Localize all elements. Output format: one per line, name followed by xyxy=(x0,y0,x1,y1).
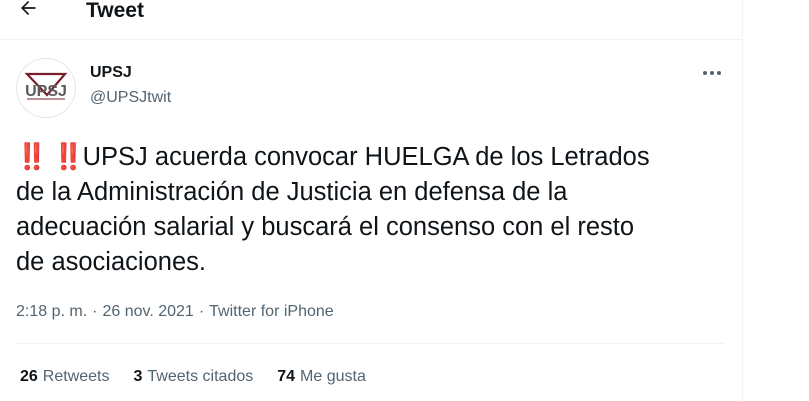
tweet-column: Tweet UPSJ UPSJ @UPSJtwit ‼️ ‼️UPSJ acue… xyxy=(0,0,743,401)
top-bar: Tweet xyxy=(0,0,742,40)
tweet-stats: 26 Retweets 3 Tweets citados 74 Me gusta xyxy=(20,366,390,388)
more-dots-icon xyxy=(703,71,721,75)
likes-stat[interactable]: 74 Me gusta xyxy=(277,366,366,388)
retweets-label: Retweets xyxy=(42,368,110,385)
double-exclamation-icon: ‼️ xyxy=(52,143,85,171)
tweet-text-line: UPSJ acuerda convocar HUELGA de los Letr… xyxy=(82,143,650,171)
likes-count: 74 xyxy=(277,368,296,385)
tweet-text: ‼️ ‼️UPSJ acuerda convocar HUELGA de los… xyxy=(16,140,716,280)
author-handle[interactable]: @UPSJtwit xyxy=(90,88,171,108)
retweets-stat[interactable]: 26 Retweets xyxy=(20,366,110,388)
tweet-time[interactable]: 2:18 p. m. xyxy=(16,303,87,320)
tweet-text-line: adecuación salarial y buscará el consens… xyxy=(16,213,635,241)
quotes-label: Tweets citados xyxy=(147,368,254,385)
arrow-left-icon xyxy=(21,1,36,15)
back-button[interactable] xyxy=(12,0,44,24)
more-options-button[interactable] xyxy=(698,62,726,84)
tweet-text-line: de asociaciones. xyxy=(16,248,206,276)
quotes-count: 3 xyxy=(133,368,143,385)
avatar[interactable]: UPSJ xyxy=(16,58,76,118)
author-name[interactable]: UPSJ xyxy=(90,63,132,83)
svg-text:UPSJ: UPSJ xyxy=(25,83,67,100)
divider xyxy=(16,343,724,344)
likes-label: Me gusta xyxy=(300,368,366,385)
page-title: Tweet xyxy=(86,0,144,22)
tweet-meta: 2:18 p. m. · 26 nov. 2021 · Twitter for iPho… xyxy=(16,301,334,323)
tweet-date[interactable]: 26 nov. 2021 xyxy=(102,303,193,320)
tweet-text-line: de la Administración de Justicia en defe… xyxy=(16,178,568,206)
separator: · xyxy=(198,303,205,320)
double-exclamation-icon: ‼️ xyxy=(16,143,48,171)
separator: · xyxy=(92,303,98,320)
quotes-stat[interactable]: 3 Tweets citados xyxy=(134,366,254,388)
tweet-source[interactable]: Twitter for iPhone xyxy=(209,303,334,320)
retweets-count: 26 xyxy=(20,368,38,385)
